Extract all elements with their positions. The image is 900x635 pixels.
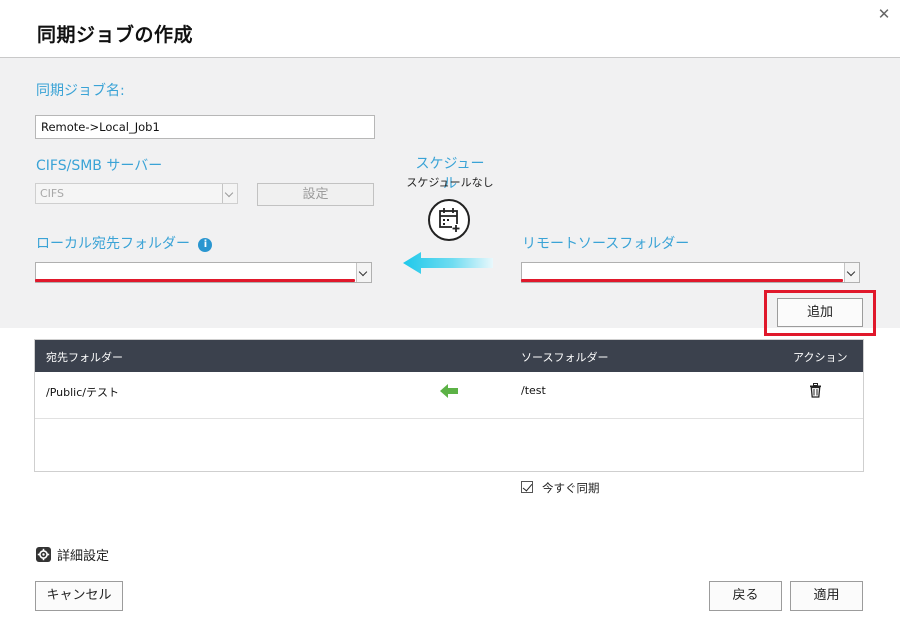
table-row[interactable]: /Public/テスト /test: [35, 372, 863, 419]
gear-icon: [36, 547, 51, 562]
advanced-settings-label: 詳細設定: [57, 549, 110, 564]
info-icon[interactable]: i: [198, 238, 213, 252]
add-button[interactable]: 追加: [777, 298, 863, 327]
job-name-input[interactable]: Remote->Local_Job1: [35, 115, 375, 139]
apply-button[interactable]: 適用: [790, 581, 863, 611]
advanced-settings-link[interactable]: 詳細設定: [36, 545, 109, 564]
close-icon[interactable]: ✕: [876, 6, 892, 22]
table-header: 宛先フォルダー ソースフォルダー アクション: [35, 340, 863, 372]
chevron-down-icon: [356, 263, 371, 282]
trash-icon[interactable]: [809, 383, 822, 398]
chevron-down-icon: [222, 184, 237, 203]
calendar-add-icon: [439, 208, 460, 232]
sync-now-label: 今すぐ同期: [542, 481, 600, 495]
local-folder-label: ローカル宛先フォルダー i: [36, 233, 213, 253]
local-folder-label-text: ローカル宛先フォルダー: [36, 236, 190, 252]
folder-pair-table: 宛先フォルダー ソースフォルダー アクション /Public/テスト /test: [34, 339, 864, 472]
server-select[interactable]: CIFS: [35, 183, 238, 204]
arrow-left-icon: [440, 384, 458, 398]
sync-now-checkbox[interactable]: [521, 481, 533, 493]
row-source: /test: [521, 384, 546, 397]
header-action: アクション: [793, 351, 848, 364]
dialog-title: 同期ジョブの作成: [37, 24, 194, 46]
local-folder-highlight: [35, 279, 355, 282]
create-sync-job-dialog: 同期ジョブの作成 ✕ 同期ジョブ名: Remote->Local_Job1 CI…: [0, 0, 900, 635]
back-button[interactable]: 戻る: [709, 581, 782, 611]
schedule-status: スケジュールなし: [406, 176, 494, 189]
server-select-value: CIFS: [40, 187, 65, 200]
remote-folder-highlight: [521, 279, 843, 282]
remote-folder-label: リモートソースフォルダー: [522, 236, 690, 252]
chevron-down-icon: [844, 263, 859, 282]
server-settings-button[interactable]: 設定: [257, 183, 374, 206]
header-source: ソースフォルダー: [521, 351, 609, 364]
server-label: CIFS/SMB サーバー: [36, 158, 163, 174]
cancel-button[interactable]: キャンセル: [35, 581, 123, 611]
header-destination: 宛先フォルダー: [46, 351, 123, 364]
row-destination: /Public/テスト: [46, 386, 119, 399]
schedule-calendar-button[interactable]: [428, 199, 470, 241]
sync-direction-arrow-icon: [403, 252, 493, 274]
job-name-label: 同期ジョブ名:: [36, 83, 125, 99]
